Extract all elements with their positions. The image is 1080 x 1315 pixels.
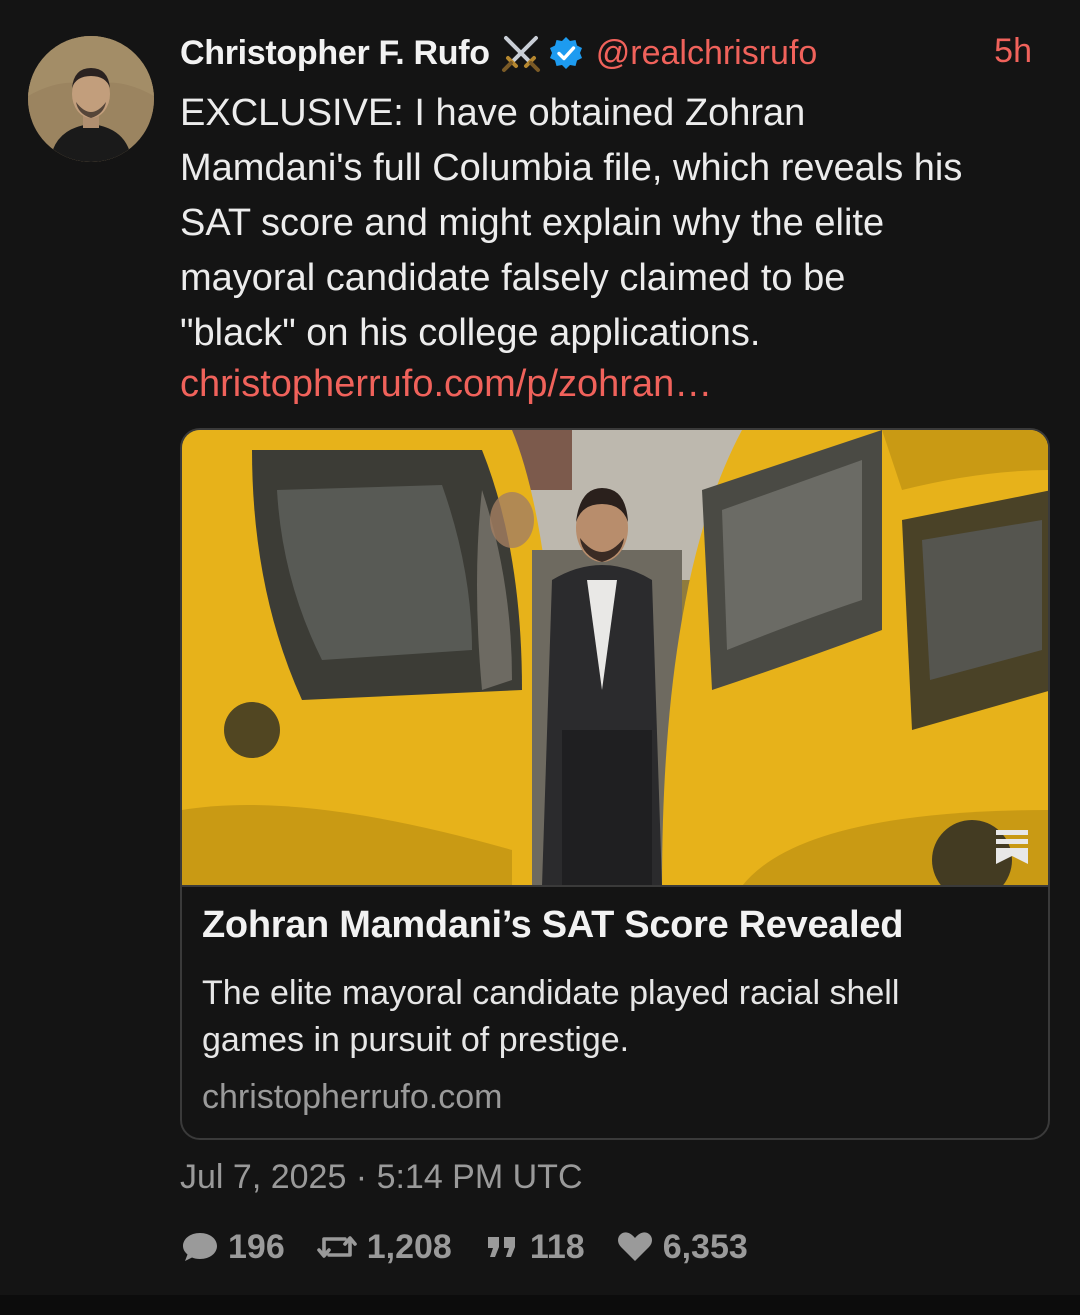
repost-count: 1,208	[366, 1227, 452, 1266]
repost-button[interactable]: 1,208	[315, 1227, 452, 1267]
repost-icon	[316, 1236, 357, 1258]
author-name[interactable]: Christopher F. Rufo	[180, 34, 490, 73]
like-icon	[617, 1232, 652, 1261]
quote-count: 118	[529, 1227, 585, 1266]
avatar[interactable]	[28, 36, 154, 162]
card-description: The elite mayoral candidate played racia…	[202, 974, 900, 1059]
author-handle[interactable]: @realchrisrufo	[596, 34, 818, 73]
like-count: 6,353	[662, 1227, 748, 1266]
bottom-divider	[0, 1295, 1080, 1315]
card-title[interactable]: Zohran Mamdani’s SAT Score Revealed	[202, 904, 903, 947]
reply-button[interactable]: 196	[180, 1227, 285, 1267]
post-time[interactable]: 5h	[994, 32, 1032, 71]
post-text: EXCLUSIVE: I have obtained Zohran Mamdan…	[180, 92, 963, 354]
bookmark-icon	[994, 828, 1030, 866]
card-divider	[182, 885, 1048, 887]
tweet-header: Christopher F. Rufo @realchrisrufo 5h	[180, 28, 1060, 78]
card-domain: christopherrufo.com	[202, 1078, 503, 1116]
engagement-bar: 196 1,208 118 6,353	[180, 1222, 778, 1272]
like-button[interactable]: 6,353	[615, 1227, 748, 1267]
reply-count: 196	[228, 1227, 285, 1266]
swords-icon	[500, 32, 542, 74]
card-image	[182, 430, 1048, 886]
quote-button[interactable]: 118	[482, 1227, 585, 1267]
post-timestamp[interactable]: Jul 7, 2025 · 5:14 PM UTC	[180, 1158, 583, 1197]
tweet[interactable]: Christopher F. Rufo @realchrisrufo 5h EX…	[0, 0, 1080, 1295]
verified-icon	[548, 35, 584, 71]
reply-icon	[183, 1233, 217, 1261]
quote-icon	[487, 1237, 515, 1257]
link-preview-card[interactable]: Zohran Mamdani’s SAT Score Revealed The …	[180, 428, 1050, 1140]
post-link[interactable]: christopherrufo.com/p/zohran…	[180, 357, 712, 412]
